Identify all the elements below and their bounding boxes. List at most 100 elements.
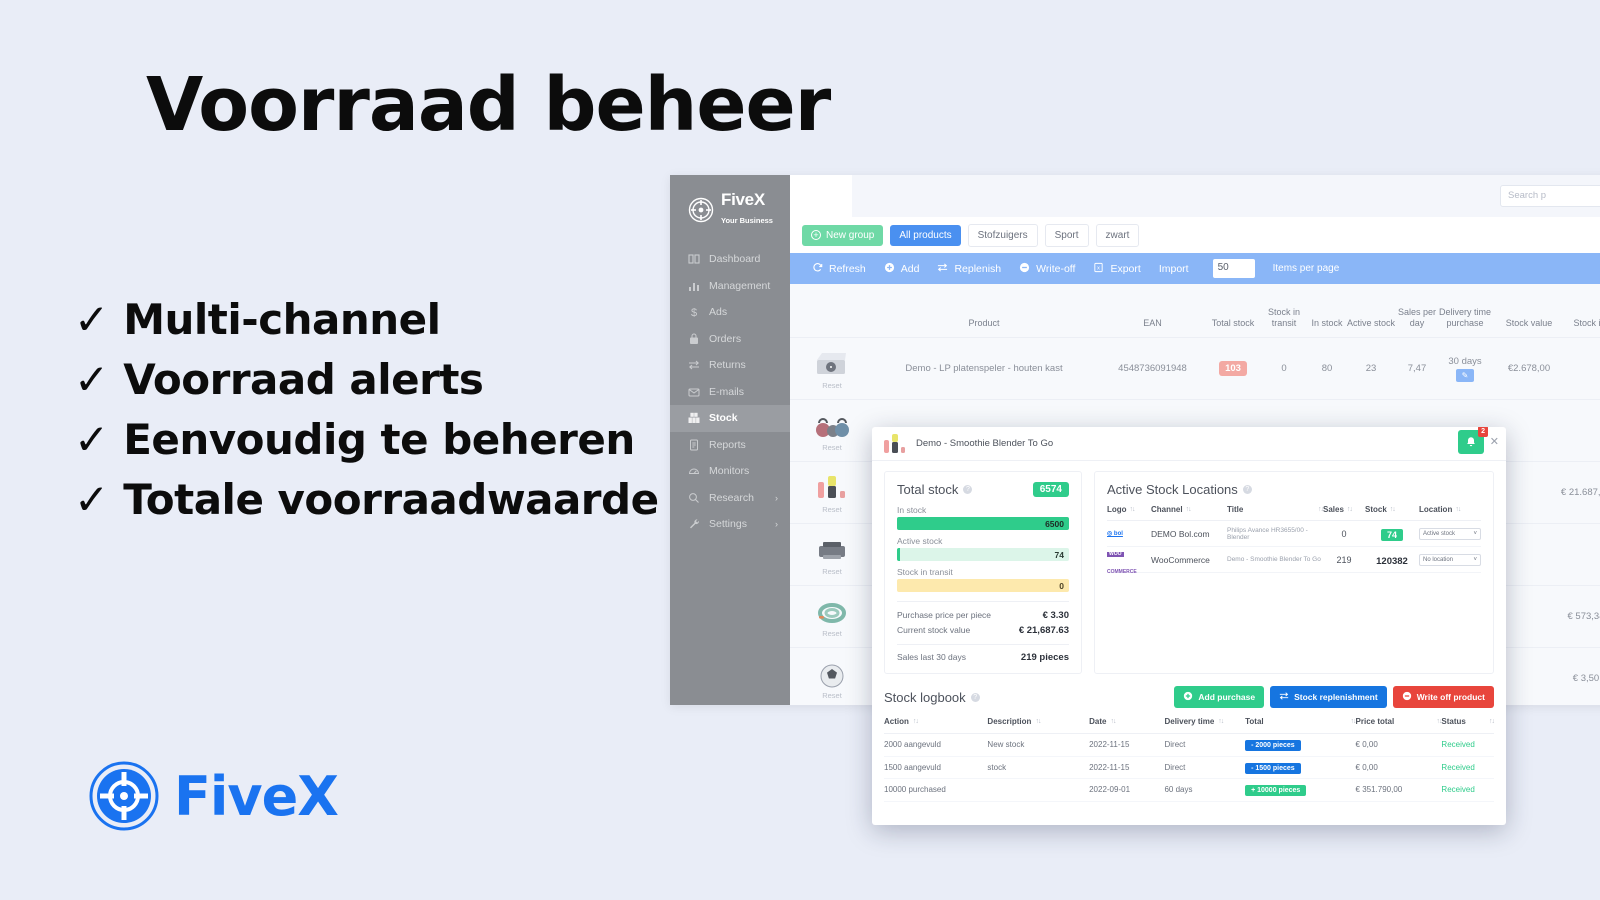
col-total[interactable]: Total ↑↓: [1245, 717, 1356, 726]
location-select[interactable]: Active stock ˅: [1419, 527, 1481, 540]
stock-replenishment-button[interactable]: Stock replenishment: [1270, 686, 1387, 708]
channel-logo-cell: ◎ bol: [1107, 530, 1151, 537]
table-row[interactable]: 10000 purchased 2022-09-01 60 days + 100…: [884, 779, 1494, 802]
sidebar-item-ads[interactable]: $ Ads: [670, 299, 790, 326]
help-icon[interactable]: ?: [1242, 485, 1252, 494]
channel-logo-cell: WOO COMMERCE: [1107, 542, 1151, 578]
logbook-header: Stock logbook ? Add purchase Stock reple…: [884, 686, 1494, 708]
import-button[interactable]: Import: [1159, 263, 1189, 275]
plus-icon: +: [811, 230, 821, 240]
channel-location-select-wrap: No location ˅: [1419, 553, 1481, 566]
table-row[interactable]: 1500 aangevuld stock 2022-11-15 Direct -…: [884, 757, 1494, 779]
col-status[interactable]: Status ↑↓: [1441, 717, 1495, 726]
sidebar-item-reports[interactable]: Reports: [670, 432, 790, 459]
sidebar-item-returns[interactable]: Returns: [670, 352, 790, 379]
write-off-product-button[interactable]: Write off product: [1392, 686, 1494, 708]
stock-in-transit-label: Stock in transit: [897, 567, 953, 577]
help-icon[interactable]: ?: [963, 485, 973, 494]
product-ean: 4548736091948: [1118, 363, 1187, 374]
new-group-button[interactable]: + New group: [802, 224, 884, 246]
col-date[interactable]: Date ↑↓: [1089, 717, 1164, 726]
col-stock[interactable]: Stock ↑↓: [1365, 505, 1419, 514]
col-price-total[interactable]: Price total ↑↓: [1356, 717, 1443, 726]
sidebar-item-settings[interactable]: Settings ›: [670, 511, 790, 538]
table-row[interactable]: Reset Demo - LP platenspeler - houten ka…: [790, 338, 1600, 400]
blender-icon: [818, 475, 845, 498]
location-select-value: No location: [1423, 556, 1454, 563]
col-delivery-time[interactable]: Delivery time ↑↓: [1164, 717, 1245, 726]
group-tab-all-products[interactable]: All products: [890, 224, 961, 246]
col-sales-per-day: Sales per day: [1397, 306, 1437, 328]
col-action[interactable]: Action ↑↓: [884, 717, 987, 726]
check-icon: ✓: [74, 476, 110, 524]
reset-label[interactable]: Reset: [796, 567, 868, 576]
product-thumb-cell: Reset: [796, 658, 868, 700]
product-sales-per-day: 7,47: [1407, 363, 1427, 374]
status-badge: 103: [1219, 361, 1247, 376]
search-input[interactable]: Search p: [1500, 185, 1600, 207]
refresh-button[interactable]: Refresh: [812, 262, 866, 276]
product-stock-value: € 3,50: [1572, 673, 1600, 684]
add-purchase-button[interactable]: Add purchase: [1174, 686, 1265, 708]
col-thumb: [796, 329, 868, 337]
export-button[interactable]: x Export: [1093, 262, 1141, 276]
bag-icon: [688, 333, 700, 345]
col-logo[interactable]: Logo ↑↓: [1107, 505, 1151, 514]
col-location[interactable]: Location ↑↓: [1419, 505, 1481, 514]
channel-sales: 219: [1336, 554, 1352, 565]
col-stock-value: Stock value: [1505, 317, 1553, 328]
product-stock-value: € 21.687,63: [1560, 487, 1600, 498]
col-title[interactable]: Title ↑↓: [1227, 505, 1324, 514]
channel-title: Philips Avance HR3655/00 - Blender: [1227, 526, 1308, 541]
product-thumb-cell: Reset: [796, 348, 868, 390]
reset-label[interactable]: Reset: [796, 691, 868, 700]
reset-label[interactable]: Reset: [796, 629, 868, 638]
group-tab-stofzuigers[interactable]: Stofzuigers: [967, 223, 1038, 247]
replenish-button[interactable]: Replenish: [937, 262, 1001, 276]
col-description[interactable]: Description ↑↓: [987, 717, 1089, 726]
table-row[interactable]: WOO COMMERCE WooCommerce Demo - Smoothie …: [1107, 547, 1481, 574]
edit-icon[interactable]: ✎: [1456, 368, 1474, 382]
group-tab-zwart[interactable]: zwart: [1095, 223, 1140, 247]
items-per-page-input[interactable]: 50: [1212, 259, 1255, 278]
sort-icon: ↑↓: [1129, 506, 1136, 513]
sidebar-item-research[interactable]: Research ›: [670, 485, 790, 512]
close-icon[interactable]: ✕: [1490, 435, 1499, 448]
log-total: - 1500 pieces: [1245, 762, 1355, 774]
sort-icon: ↑↓: [1110, 718, 1116, 725]
notifications-button[interactable]: 2: [1458, 427, 1488, 454]
topbar-tab[interactable]: [790, 175, 852, 217]
svg-text:x: x: [1098, 265, 1101, 271]
stock-badge: 74: [1380, 528, 1403, 541]
hose-icon: [818, 602, 846, 623]
product-detail-modal: Demo - Smoothie Blender To Go 2 ✕ Total …: [872, 427, 1506, 825]
sidebar-item-dashboard[interactable]: Dashboard: [670, 246, 790, 273]
sidebar-item-stock[interactable]: Stock: [670, 405, 790, 432]
items-per-page-label: Items per page: [1272, 263, 1340, 274]
col-channel[interactable]: Channel ↑↓: [1151, 505, 1227, 514]
location-select[interactable]: No location ˅: [1419, 553, 1481, 566]
log-description: New stock: [987, 740, 1025, 750]
add-button[interactable]: Add: [884, 262, 919, 276]
fivex-target-icon: [88, 760, 160, 832]
price-rows: Purchase price per piece € 3.30 Current …: [897, 601, 1069, 665]
write-off-button[interactable]: Write-off: [1019, 262, 1075, 276]
sidebar-item-orders[interactable]: Orders: [670, 326, 790, 353]
table-row[interactable]: 2000 aangevuld New stock 2022-11-15 Dire…: [884, 734, 1494, 757]
reset-label[interactable]: Reset: [796, 381, 868, 390]
log-description: stock: [987, 762, 1007, 772]
help-icon[interactable]: ?: [970, 692, 980, 702]
sidebar-item-monitors[interactable]: Monitors: [670, 458, 790, 485]
reset-label[interactable]: Reset: [796, 505, 868, 514]
product-stock-value: € 573,34: [1567, 611, 1600, 622]
group-tab-sport[interactable]: Sport: [1044, 223, 1089, 247]
printer-icon: [819, 541, 845, 559]
record-player-icon: [817, 352, 846, 374]
active-stock-value: 74: [1054, 549, 1064, 560]
sidebar-item-emails[interactable]: E-mails: [670, 379, 790, 406]
sidebar-item-management[interactable]: Management: [670, 273, 790, 300]
col-sales[interactable]: Sales ↑↓: [1323, 505, 1365, 514]
reset-label[interactable]: Reset: [796, 443, 868, 452]
total-stock-card: Total stock ? 6574 In stock 6500 Active …: [884, 471, 1082, 674]
table-row[interactable]: ◎ bol DEMO Bol.com Philips Avance HR3655…: [1107, 521, 1481, 547]
